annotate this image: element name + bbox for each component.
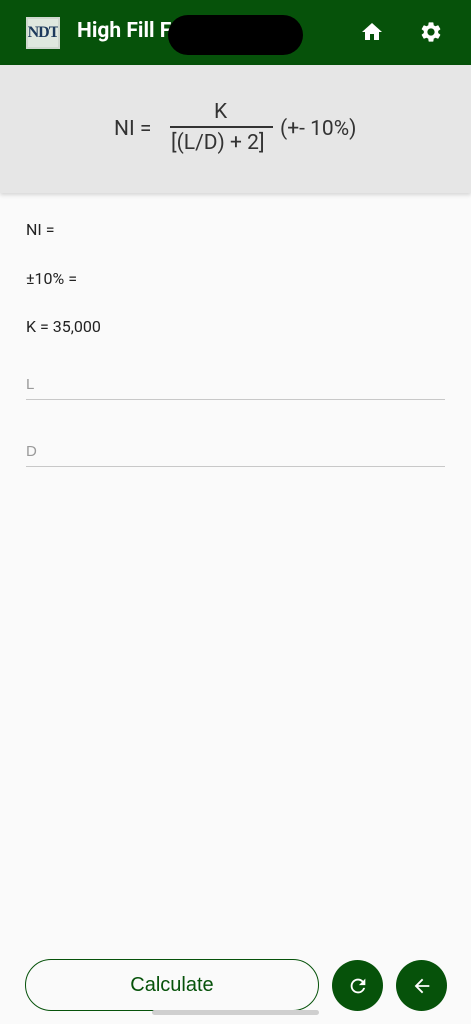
back-button[interactable] [396,960,447,1011]
app-logo: NDT [26,17,60,49]
settings-button[interactable] [417,18,445,46]
calculate-button[interactable]: Calculate [25,959,319,1011]
refresh-button[interactable] [332,960,383,1011]
home-icon [362,23,382,40]
app-bar: NDT High Fill F [0,0,471,65]
ni-result: NI = [26,220,55,239]
d-input[interactable] [26,437,445,467]
formula-fraction-bar [170,126,273,128]
formula-panel [0,65,471,193]
formula-numerator: K [214,100,228,124]
calculate-label: Calculate [130,973,214,996]
logo-text: NDT [27,24,59,41]
formula-lhs: NI = [114,117,152,141]
formula-tolerance: (+- 10%) [280,117,357,141]
refresh-icon [350,978,365,993]
arrow-back-icon [414,978,429,993]
l-input[interactable] [26,370,445,400]
app-title: High Fill F [77,19,172,43]
tolerance-result: ±10% = [26,269,78,288]
home-indicator [152,1010,319,1015]
home-button[interactable] [358,18,386,46]
k-constant: K = 35,000 [26,317,101,336]
gear-icon [421,22,441,42]
redaction-block [168,15,303,55]
formula-denominator: [(L/D) + 2] [171,131,265,155]
